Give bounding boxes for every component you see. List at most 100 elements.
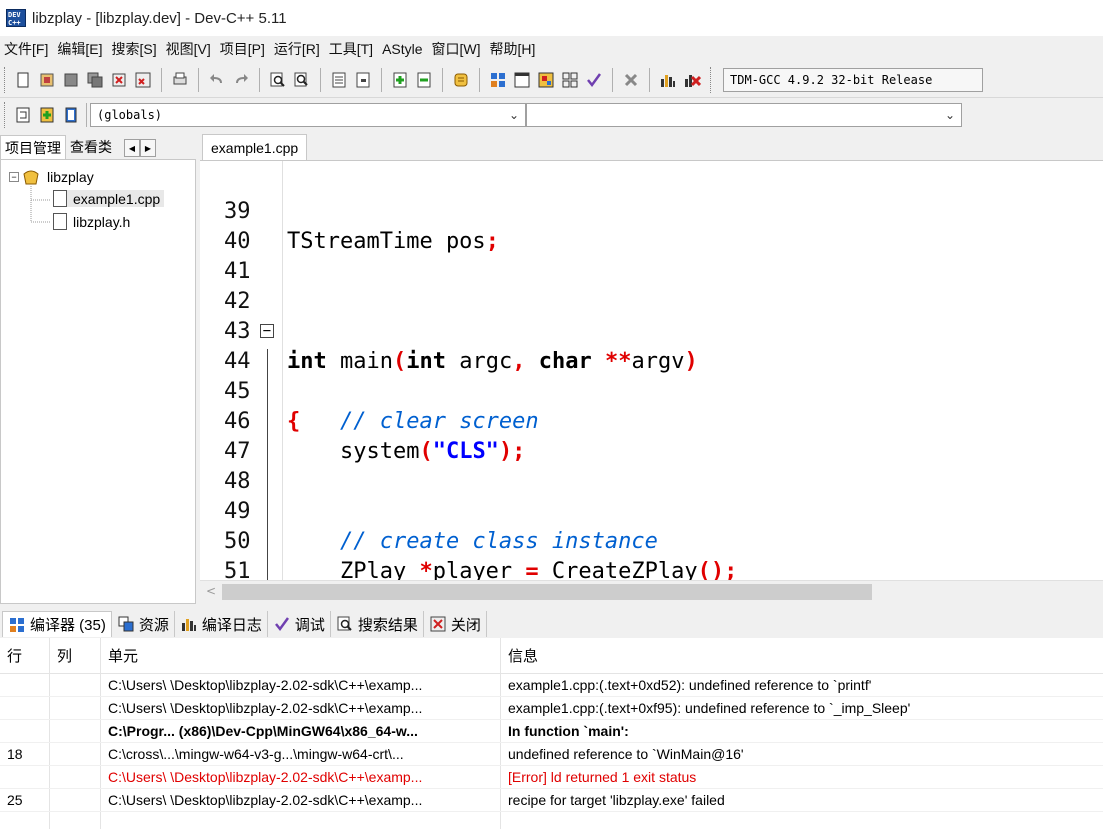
redo-button[interactable] — [230, 69, 252, 91]
editor-horizontal-scrollbar[interactable]: < — [200, 580, 1103, 602]
tab-search-results[interactable]: 搜索结果 — [331, 611, 424, 637]
insert-button[interactable] — [12, 104, 34, 126]
remove-from-project-button[interactable] — [413, 69, 435, 91]
compile-button[interactable] — [487, 69, 509, 91]
syntax-check-button[interactable] — [583, 69, 605, 91]
cell-unit: C:\cross\...\mingw-w64-v3-g...\mingw-w64… — [108, 746, 404, 762]
profile-button[interactable] — [657, 69, 679, 91]
table-row[interactable]: C:\Users\ \Desktop\libzplay-2.02-sdk\C++… — [0, 697, 1103, 720]
toolbar-grip[interactable] — [710, 66, 713, 93]
delete-profile-icon — [685, 74, 701, 87]
menu-tools[interactable]: 工具[T] — [327, 39, 380, 59]
menu-view[interactable]: 视图[V] — [164, 39, 218, 59]
menu-window[interactable]: 窗口[W] — [430, 39, 488, 59]
compile-run-icon — [538, 72, 554, 87]
table-row[interactable]: 18 C:\cross\...\mingw-w64-v3-g...\mingw-… — [0, 743, 1103, 766]
code-editor[interactable]: 39 TStreamTime pos; 40 41 42 43 int main… — [200, 160, 1103, 580]
table-row[interactable]: 25 C:\Users\ \Desktop\libzplay-2.02-sdk\… — [0, 789, 1103, 812]
tree-node-file[interactable]: libzplay.h — [53, 213, 130, 230]
open-button[interactable] — [36, 69, 58, 91]
column-header-line[interactable]: 行 — [0, 638, 49, 673]
collapse-icon[interactable]: − — [9, 172, 19, 182]
member-combo[interactable]: ⌄ — [526, 103, 962, 127]
scroll-left-icon[interactable]: < — [206, 584, 216, 598]
tab-compiler[interactable]: 编译器 (35) — [2, 611, 112, 637]
rebuild-all-button[interactable] — [559, 69, 581, 91]
menu-project[interactable]: 项目[P] — [218, 39, 272, 59]
save-button[interactable] — [60, 69, 82, 91]
column-header-col[interactable]: 列 — [50, 638, 100, 673]
save-all-button[interactable] — [84, 69, 106, 91]
menu-edit[interactable]: 编辑[E] — [55, 39, 109, 59]
project-options-button[interactable] — [450, 69, 472, 91]
tab-scroll-left-button[interactable]: ◀ — [124, 139, 140, 157]
menu-run[interactable]: 运行[R] — [272, 39, 327, 59]
scrollbar-thumb[interactable] — [222, 584, 872, 600]
new-file-button[interactable] — [12, 69, 34, 91]
tab-close[interactable]: 关闭 — [424, 611, 487, 637]
chevron-down-icon[interactable]: ⌄ — [509, 108, 519, 122]
table-row-error[interactable]: C:\Users\ \Desktop\libzplay-2.02-sdk\C++… — [0, 766, 1103, 789]
class-toolbar: (globals) ⌄ ⌄ — [0, 98, 1103, 132]
tab-debug[interactable]: 调试 — [268, 611, 331, 637]
print-button[interactable] — [169, 69, 191, 91]
find-icon — [337, 616, 352, 631]
tab-scroll-right-button[interactable]: ▶ — [140, 139, 156, 157]
compiler-select[interactable]: TDM-GCC 4.9.2 32-bit Release — [723, 67, 983, 92]
close-all-button[interactable] — [132, 69, 154, 91]
menu-astyle[interactable]: AStyle — [380, 41, 429, 57]
toolbar-grip[interactable] — [4, 66, 7, 93]
bottom-panel-tabs: 编译器 (35) 资源 编译日志 调试 搜索结果 关闭 — [0, 610, 1103, 638]
tab-class-browser[interactable]: 查看类 — [66, 135, 116, 159]
code-line: 44 − { — [200, 317, 1103, 434]
project-tree: − libzplay example1.cpp libzplay.h — [0, 159, 196, 604]
tab-compile-log[interactable]: 编译日志 — [175, 611, 268, 637]
close-file-button[interactable] — [108, 69, 130, 91]
cell-col — [50, 789, 100, 811]
find-button[interactable] — [267, 69, 289, 91]
column-header-message[interactable]: 信息 — [501, 638, 1101, 673]
tab-project-manager[interactable]: 项目管理 — [0, 135, 66, 159]
toggle-button[interactable] — [36, 104, 58, 126]
tab-resources[interactable]: 资源 — [112, 611, 175, 637]
editor-tab-example1[interactable]: example1.cpp — [202, 134, 308, 161]
cell-unit: C:\Users\ \Desktop\libzplay-2.02-sdk\C++… — [108, 769, 423, 785]
menu-file[interactable]: 文件[F] — [2, 39, 55, 59]
window-title: libzplay - [libzplay.dev] - Dev-C++ 5.11 — [32, 9, 287, 27]
toggle-bookmark-button[interactable] — [352, 69, 374, 91]
add-to-project-button[interactable] — [389, 69, 411, 91]
menu-search[interactable]: 搜索[S] — [109, 39, 163, 59]
compile-run-button[interactable] — [535, 69, 557, 91]
chart-icon — [661, 74, 675, 87]
goto-button[interactable] — [60, 104, 82, 126]
chevron-down-icon[interactable]: ⌄ — [945, 108, 955, 122]
fold-collapse-icon[interactable]: − — [260, 324, 274, 338]
file-icon — [53, 213, 67, 230]
cell-unit: C:\Users\ \Desktop\libzplay-2.02-sdk\C++… — [108, 677, 423, 693]
cell-col — [50, 766, 100, 788]
toolbar-grip[interactable] — [4, 102, 7, 128]
undo-button[interactable] — [206, 69, 228, 91]
goto-line-button[interactable] — [328, 69, 350, 91]
tree-node-file[interactable]: example1.cpp — [53, 190, 165, 207]
tree-node-project[interactable]: − libzplay — [9, 168, 94, 186]
table-row[interactable]: C:\Users\ \Desktop\libzplay-2.02-sdk\C++… — [0, 674, 1103, 697]
close-panel-icon — [430, 616, 446, 632]
code-line: 43 int main(int argc, char **argv) — [200, 287, 1103, 374]
column-header-unit[interactable]: 单元 — [101, 638, 500, 673]
stop-button[interactable] — [620, 69, 642, 91]
new-file-icon — [17, 72, 29, 87]
run-button[interactable] — [511, 69, 533, 91]
cell-unit: C:\Users\ \Desktop\libzplay-2.02-sdk\C++… — [108, 792, 423, 808]
tab-label: 关闭 — [450, 616, 481, 634]
menu-help[interactable]: 帮助[H] — [488, 39, 543, 59]
delete-profile-button[interactable] — [681, 69, 703, 91]
scope-combo[interactable]: (globals) ⌄ — [90, 103, 526, 127]
toolbar-separator — [479, 67, 480, 92]
left-panel-tabs: 项目管理 查看类 ◀ ▶ — [0, 134, 196, 159]
open-folder-icon — [40, 73, 54, 86]
cell-message: recipe for target 'libzplay.exe' failed — [508, 792, 725, 808]
toolbar-separator — [320, 67, 321, 92]
table-row[interactable]: C:\Progr... (x86)\Dev-Cpp\MinGW64\x86_64… — [0, 720, 1103, 743]
replace-button[interactable] — [291, 69, 313, 91]
